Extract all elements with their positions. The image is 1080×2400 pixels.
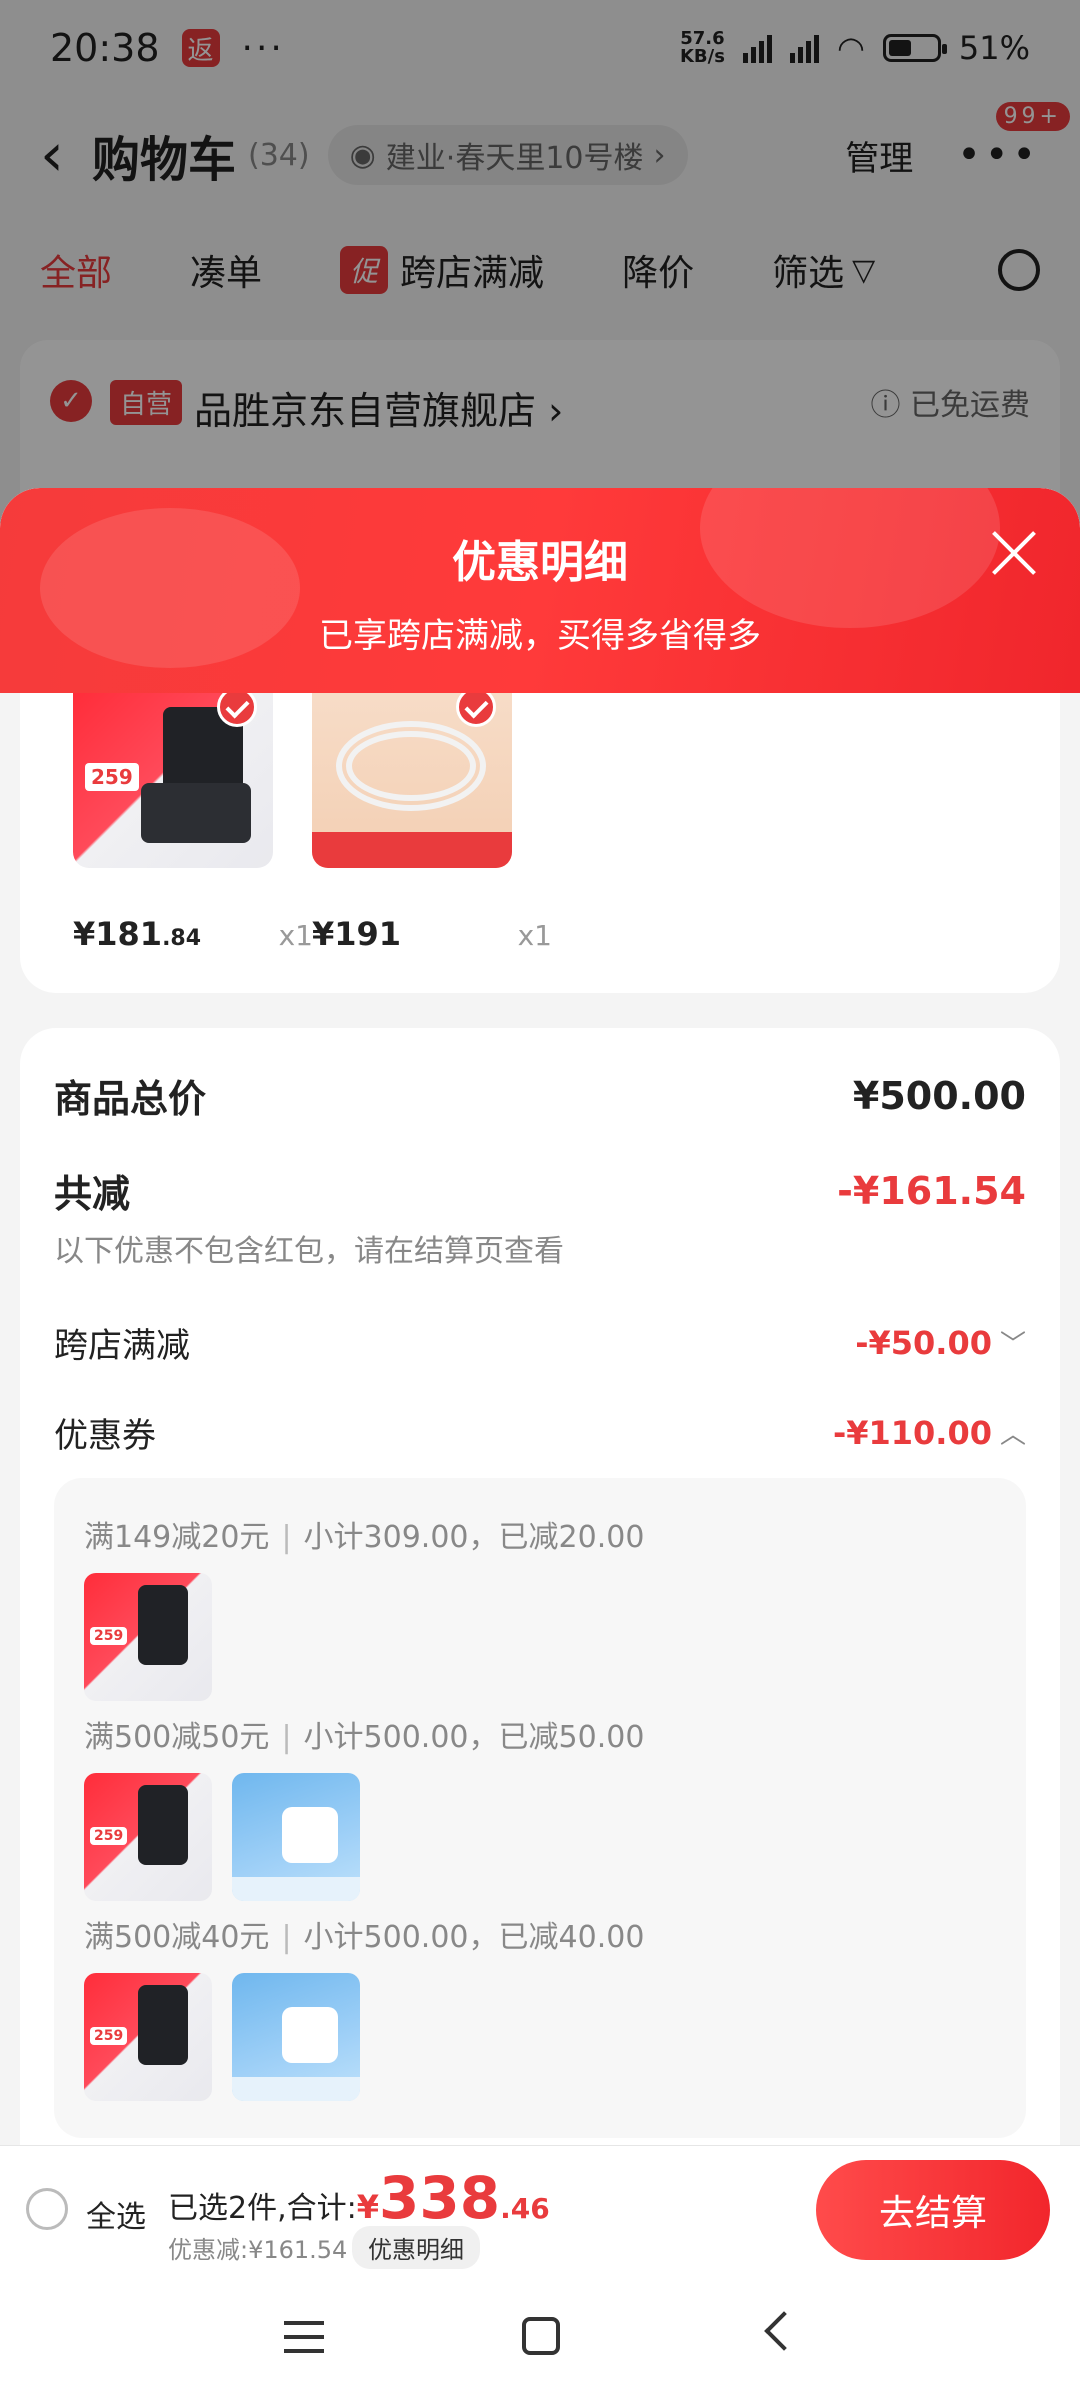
select-all-label[interactable]: 全选 bbox=[86, 2192, 146, 2236]
home-icon[interactable] bbox=[522, 2317, 560, 2355]
select-all-checkbox[interactable] bbox=[26, 2188, 68, 2230]
back-nav-icon[interactable] bbox=[764, 2311, 804, 2351]
selected-items: 259 ¥181.84 x1 ¥191 x1 bbox=[20, 693, 1060, 993]
total-label: 商品总价 bbox=[54, 1077, 207, 1121]
discount-detail-button[interactable]: 优惠明细 bbox=[352, 2226, 480, 2269]
total-value: ¥500.00 bbox=[852, 1073, 1026, 1118]
coupon-row[interactable]: 优惠券 -¥110.00 ︿ bbox=[54, 1408, 1026, 1457]
total-decimal: .46 bbox=[500, 2192, 550, 2225]
checkout-bar: 全选 已选2件,合计: ¥ 338 .46 优惠减:¥161.54 优惠明细 去… bbox=[0, 2145, 1080, 2273]
reduce-row: 共减 -¥161.54 bbox=[54, 1163, 1026, 1218]
panel-title: 优惠明细 bbox=[452, 537, 628, 588]
item-price: ¥181.84 bbox=[73, 915, 202, 953]
cart-item[interactable] bbox=[312, 693, 512, 868]
selected-total: 已选2件,合计: ¥ 338 .46 bbox=[168, 2164, 550, 2232]
coupon-line: 满149减20元 | 小计309.00，已减20.00 bbox=[84, 1520, 645, 1555]
item-price: ¥191 bbox=[312, 915, 402, 953]
discount-detail-panel: 优惠明细 已享跨店满减，买得多省得多 259 ¥181.84 x1 ¥191 x… bbox=[0, 488, 1080, 2273]
item-price-row: ¥181.84 x1 bbox=[73, 915, 313, 953]
battery-charger-thumb: 259 bbox=[84, 1573, 212, 1701]
charger-kit-thumb bbox=[232, 1973, 360, 2101]
coupon-line: 满500减40元 | 小计500.00，已减40.00 bbox=[84, 1920, 645, 1955]
chevron-down-icon: ﹀ bbox=[999, 1330, 1026, 1360]
battery-charger-image: 259 bbox=[73, 693, 273, 868]
coupon-value: -¥110.00 bbox=[832, 1413, 992, 1452]
item-qty: x1 bbox=[517, 919, 552, 952]
usb-cable-image bbox=[312, 693, 512, 868]
total-row: 商品总价 ¥500.00 bbox=[54, 1068, 1026, 1123]
total-currency: ¥ bbox=[356, 2188, 379, 2226]
item-qty: x1 bbox=[278, 919, 313, 952]
reduce-note: 以下优惠不包含红包，请在结算页查看 bbox=[54, 1234, 564, 1269]
chevron-up-icon: ︿ bbox=[999, 1420, 1026, 1450]
panel-header: 优惠明细 已享跨店满减，买得多省得多 bbox=[0, 488, 1080, 693]
panel-subtitle: 已享跨店满减，买得多省得多 bbox=[319, 616, 761, 656]
close-icon[interactable] bbox=[990, 528, 1040, 578]
charger-kit-thumb bbox=[232, 1773, 360, 1901]
cart-item[interactable]: 259 bbox=[73, 693, 273, 868]
item-check-icon bbox=[456, 693, 496, 727]
battery-charger-thumb: 259 bbox=[84, 1973, 212, 2101]
battery-charger-thumb: 259 bbox=[84, 1773, 212, 1901]
coupon-line: 满500减50元 | 小计500.00，已减50.00 bbox=[84, 1720, 645, 1755]
coupon-label: 优惠券 bbox=[54, 1416, 156, 1456]
cross-store-label: 跨店满减 bbox=[54, 1326, 190, 1366]
checkout-button[interactable]: 去结算 bbox=[816, 2160, 1050, 2260]
total-integer: 338 bbox=[379, 2164, 501, 2232]
coupon-details: 满149减20元 | 小计309.00，已减20.00 259 满500减50元 | 小… bbox=[54, 1478, 1026, 2138]
discount-text: 优惠减:¥161.54 bbox=[168, 2236, 348, 2264]
item-check-icon bbox=[217, 693, 257, 727]
cross-store-value: -¥50.00 bbox=[855, 1323, 992, 1362]
selected-text: 已选2件,合计: bbox=[168, 2191, 357, 2226]
reduce-label: 共减 bbox=[54, 1172, 131, 1216]
price-summary: 商品总价 ¥500.00 共减 -¥161.54 以下优惠不包含红包，请在结算页… bbox=[20, 1028, 1060, 2208]
item-price-row: ¥191 x1 bbox=[312, 915, 552, 953]
cross-store-row[interactable]: 跨店满减 -¥50.00 ﹀ bbox=[54, 1318, 1026, 1367]
recent-apps-icon[interactable] bbox=[284, 2321, 324, 2353]
reduce-value: -¥161.54 bbox=[837, 1168, 1026, 1213]
system-nav-bar bbox=[0, 2273, 1080, 2400]
